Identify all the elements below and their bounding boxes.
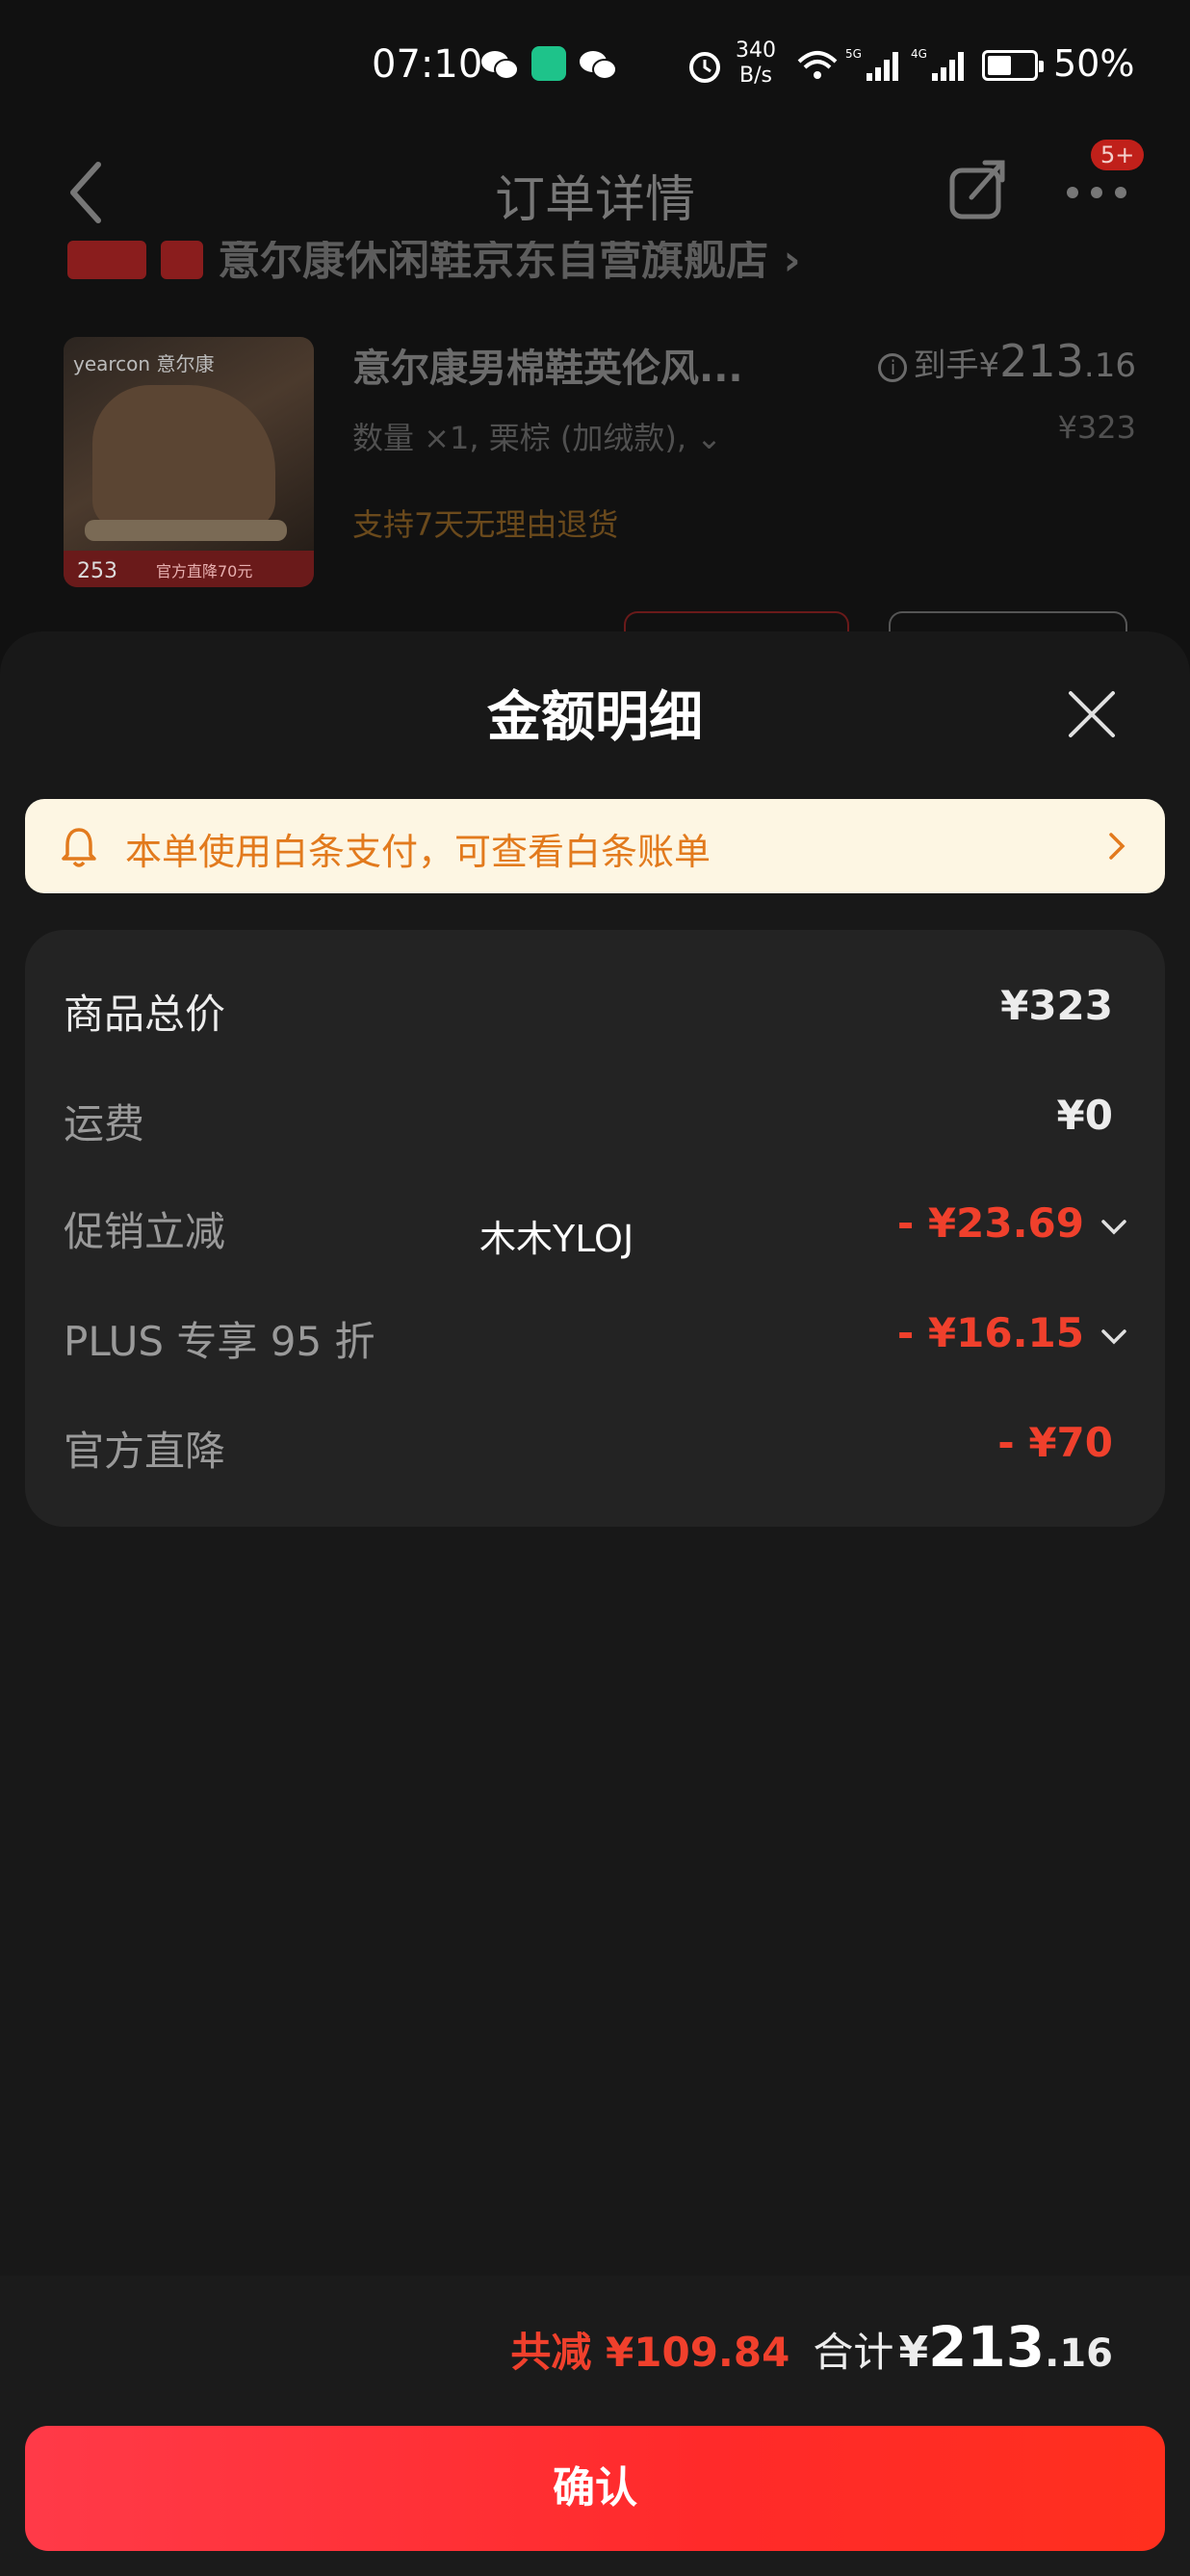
shop-name: 意尔康休闲鞋京东自营旗舰店 › [218,241,801,279]
more-icon[interactable] [1063,168,1130,217]
image-strip-text: 官方直降70元 [156,562,253,580]
row-value: - ¥16.15 [896,1309,1084,1356]
close-icon[interactable] [1065,687,1119,741]
total-label: 合计 [813,2329,894,2376]
product-card[interactable]: yearcon 意尔康 253 官方直降70元 意尔康男棉鞋英伦风... 数量 … [39,308,1155,652]
watermark-text: 木木YLOJ [479,1218,634,1260]
total-saved: 共减 ¥109.84 [510,2329,790,2376]
signal-5g-icon: 5G [845,47,898,81]
total-integer: 213 [928,2314,1046,2380]
product-spec: 数量 ×1, 栗棕 (加绒款), ⌄ [352,420,722,456]
chevron-down-icon[interactable] [1099,1327,1128,1348]
row-official-discount: 官方直降 - ¥70 [64,1419,1142,1477]
total-currency: ¥ [898,2328,929,2377]
alarm-icon [689,52,720,83]
row-value: - ¥23.69 [896,1199,1084,1247]
battery-icon [982,50,1044,81]
info-icon[interactable]: i [878,352,908,382]
app-notification-icon [531,46,566,81]
product-image: yearcon 意尔康 253 官方直降70元 [64,337,314,587]
chevron-right-icon [1109,833,1125,860]
self-operated-tag [67,241,146,279]
bottom-bar: 共减 ¥109.84 合计 ¥213.16 确认 [0,2276,1190,2576]
row-value: ¥0 [1056,1092,1113,1139]
signal-4g-icon: 4G [911,47,964,81]
return-policy: 支持7天无理由退货 [352,506,619,543]
battery-percent: 50% [1053,42,1135,85]
confirm-button[interactable]: 确认 [25,2426,1165,2551]
svg-text:5G: 5G [845,47,862,61]
row-value: ¥323 [1000,982,1113,1029]
wifi-icon [797,51,838,79]
row-label: 促销立减 [64,1208,226,1255]
product-title: 意尔康男棉鞋英伦风... [352,347,743,391]
product-final-price: i 到手¥213.16 [878,335,1136,387]
row-label: PLUS 专享 95 折 [64,1318,375,1365]
total-decimal: .16 [1045,2331,1113,2376]
notification-badge: 5+ [1091,140,1145,170]
price-summary: 共减 ¥109.84 合计 ¥213.16 [510,2314,1113,2380]
wechat-icon [481,51,519,80]
shop-logo [161,241,204,279]
row-plus-discount[interactable]: PLUS 专享 95 折 - ¥16.15 [64,1309,1142,1367]
row-goods-total: 商品总价 ¥323 [64,982,1142,1040]
wechat-icon [580,51,617,80]
network-speed: 340 B/s [736,39,776,88]
image-strip-price: 253 [77,559,117,583]
share-icon[interactable] [948,157,1006,224]
status-time: 07:10 [372,42,483,87]
sheet-title: 金额明细 [487,686,703,749]
product-brand: yearcon 意尔康 [73,352,215,375]
status-bar: 07:10 340 B/s 5G 4G 50% [0,0,1190,130]
baitiao-notice[interactable]: 本单使用白条支付，可查看白条账单 [25,799,1165,893]
row-label: 官方直降 [64,1428,226,1475]
product-original-price: ¥323 [1057,409,1136,446]
svg-text:4G: 4G [911,47,927,61]
chevron-down-icon[interactable] [1099,1217,1128,1238]
row-label: 商品总价 [64,991,226,1038]
bell-icon [62,828,96,867]
row-value: - ¥70 [997,1419,1113,1466]
shop-row[interactable]: 意尔康休闲鞋京东自营旗舰店 › [67,241,934,279]
page-title: 订单详情 [494,171,695,229]
row-shipping: 运费 ¥0 [64,1092,1142,1149]
nav-bar: 订单详情 [0,130,1190,255]
notice-text: 本单使用白条支付，可查看白条账单 [125,831,711,873]
row-label: 运费 [64,1100,145,1147]
